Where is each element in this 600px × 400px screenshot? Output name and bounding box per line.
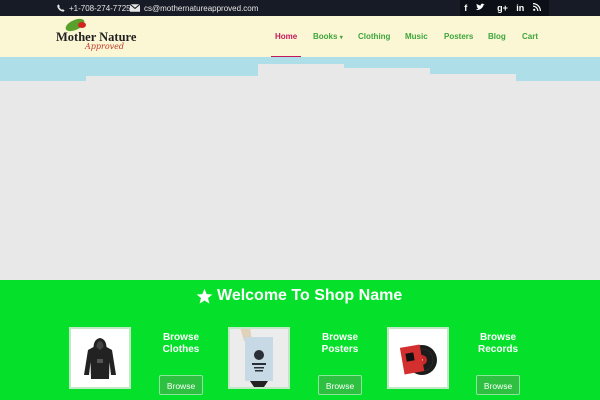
browse-records-button[interactable]: Browse	[476, 375, 520, 395]
browse-records-title: Browse Records	[468, 332, 528, 356]
social-links: f g+ in	[460, 0, 549, 16]
nav-cart[interactable]: Cart	[522, 16, 538, 57]
hoodie-image	[71, 329, 129, 387]
logo-text-line2: Approved	[85, 42, 125, 51]
browse-records-line2: Records	[477, 344, 518, 355]
browse-clothes-title: Browse Clothes	[151, 332, 211, 356]
email-address: cs@mothernatureapproved.com	[144, 3, 259, 13]
browse-posters-line2: Posters	[321, 344, 359, 355]
nav-books-label: Books	[313, 32, 338, 41]
posters-thumbnail[interactable]	[228, 327, 290, 389]
linkedin-icon[interactable]: in	[516, 3, 524, 13]
top-contact-bar: +1-708-274-7725 cs@mothernatureapproved.…	[0, 0, 600, 16]
vinyl-record-image	[389, 329, 447, 387]
nav-music[interactable]: Music	[405, 16, 428, 57]
envelope-icon	[130, 4, 140, 12]
poster-image	[230, 329, 288, 387]
nav-posters[interactable]: Posters	[444, 16, 473, 57]
phone-icon	[57, 4, 65, 12]
nav-books[interactable]: Books ▾	[313, 16, 343, 57]
browse-clothes-line1: Browse	[162, 332, 200, 343]
site-logo[interactable]: Mother Nature Approved	[56, 17, 136, 55]
rss-icon[interactable]	[532, 3, 545, 13]
facebook-icon[interactable]: f	[464, 3, 467, 13]
phone-contact[interactable]: +1-708-274-7725	[57, 0, 131, 16]
browse-posters-title: Browse Posters	[310, 332, 370, 356]
caret-down-icon: ▾	[339, 35, 343, 41]
clothes-thumbnail[interactable]	[69, 327, 131, 389]
hero-banner	[0, 57, 600, 280]
records-thumbnail[interactable]	[387, 327, 449, 389]
nav-clothing[interactable]: Clothing	[358, 16, 390, 57]
hero-panel	[258, 64, 344, 84]
browse-posters-button[interactable]: Browse	[318, 375, 362, 395]
google-plus-icon[interactable]: g+	[497, 3, 508, 13]
hero-panel	[515, 87, 600, 92]
browse-clothes-button[interactable]: Browse	[159, 375, 203, 395]
ladybug-logo-icon	[78, 22, 86, 28]
welcome-heading: Welcome To Shop Name	[196, 285, 402, 307]
nav-blog[interactable]: Blog	[488, 16, 506, 57]
twitter-icon[interactable]	[475, 3, 489, 13]
browse-posters-line1: Browse	[321, 332, 359, 343]
hero-panel	[0, 81, 600, 280]
email-contact[interactable]: cs@mothernatureapproved.com	[130, 0, 258, 16]
nav-home[interactable]: Home	[270, 16, 302, 58]
hero-panel	[428, 74, 516, 84]
hero-panel	[344, 68, 430, 84]
browse-records-line1: Browse	[479, 332, 517, 343]
welcome-title: Welcome To Shop Name	[217, 287, 403, 304]
hero-panel	[86, 76, 260, 86]
star-icon	[196, 288, 213, 304]
phone-number: +1-708-274-7725	[69, 3, 131, 13]
browse-clothes-line2: Clothes	[162, 344, 200, 355]
